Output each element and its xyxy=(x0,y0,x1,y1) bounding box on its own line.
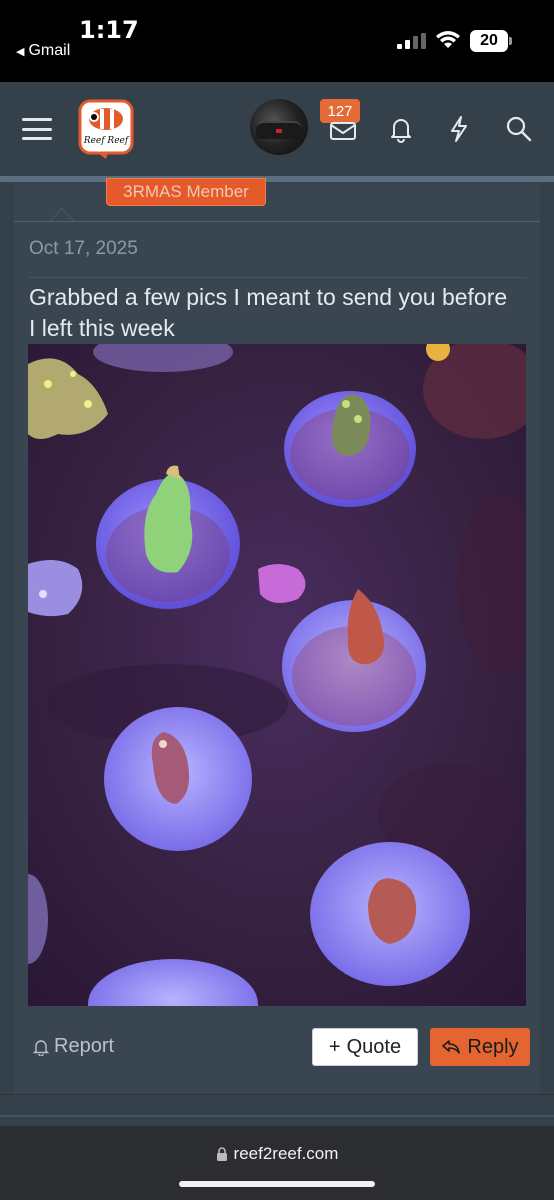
report-link[interactable]: Report xyxy=(32,1035,114,1058)
back-app-label: Gmail xyxy=(28,42,71,59)
post-divider xyxy=(14,221,540,222)
post-body: Grabbed a few pics I meant to send you b… xyxy=(29,284,508,341)
member-badge: 3RMAS Member xyxy=(106,178,266,206)
url-text: reef2reef.com xyxy=(233,1144,339,1163)
status-time: 1:17 xyxy=(79,16,139,44)
url-display[interactable]: reef2reef.com xyxy=(0,1144,554,1164)
search-icon[interactable] xyxy=(504,114,534,144)
menu-icon[interactable] xyxy=(22,116,52,142)
cellular-signal-icon xyxy=(397,33,426,49)
post-photo[interactable] xyxy=(28,344,526,1006)
back-triangle-icon: ◀ xyxy=(16,45,25,58)
plus-icon: + xyxy=(328,1035,341,1058)
reply-button[interactable]: Reply xyxy=(430,1028,530,1066)
lock-icon xyxy=(216,1147,227,1161)
bell-outline-icon xyxy=(32,1039,50,1056)
lightning-icon[interactable] xyxy=(444,114,474,144)
quote-label: Quote xyxy=(346,1035,402,1058)
home-indicator[interactable] xyxy=(179,1181,375,1187)
wifi-icon xyxy=(436,31,460,48)
post-divider-notch xyxy=(50,208,74,221)
post-footer-divider xyxy=(0,1094,554,1118)
user-avatar[interactable] xyxy=(250,99,308,155)
envelope-icon[interactable] xyxy=(328,114,358,144)
post-date[interactable]: Oct 17, 2025 xyxy=(29,238,138,260)
svg-text:Reef Reef: Reef Reef xyxy=(83,136,130,146)
battery-indicator: 20 xyxy=(470,30,512,52)
report-label: Report xyxy=(54,1035,115,1057)
bell-icon[interactable] xyxy=(386,114,416,144)
site-logo[interactable]: Reef Reef xyxy=(78,99,134,159)
back-to-app-link[interactable]: ◀ Gmail xyxy=(16,42,70,60)
date-divider xyxy=(28,277,526,278)
quote-button[interactable]: + Quote xyxy=(312,1028,418,1066)
reply-arrow-icon xyxy=(442,1040,461,1054)
reply-label: Reply xyxy=(467,1035,519,1058)
